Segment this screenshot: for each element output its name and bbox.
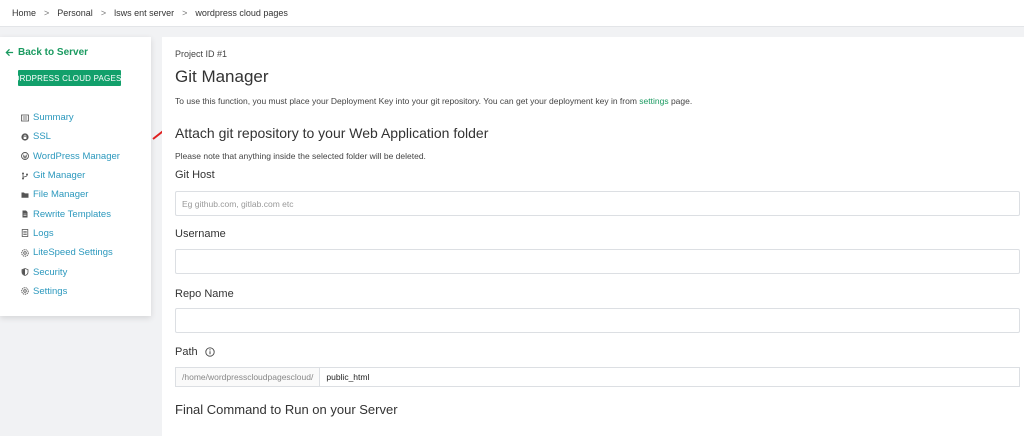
gear-icon xyxy=(21,287,29,296)
sidebar-item-label: Summary xyxy=(33,112,74,124)
sidebar-item-wordpress-manager[interactable]: WordPress Manager xyxy=(21,147,120,166)
section-title: Attach git repository to your Web Applic… xyxy=(175,125,489,141)
description-text-end: page. xyxy=(668,96,693,106)
page-title: Git Manager xyxy=(175,67,269,86)
wordpress-icon xyxy=(21,152,29,161)
sidebar-item-label: Settings xyxy=(33,285,68,297)
project-badge-label: WORDPRESS CLOUD PAGES xyxy=(18,73,121,83)
warning-note: Please note that anything inside the sel… xyxy=(175,151,426,161)
path-label-row: Path xyxy=(175,346,215,358)
sidebar-item-summary[interactable]: Summary xyxy=(21,108,120,127)
git-branch-icon xyxy=(21,172,29,180)
path-input[interactable]: public_html xyxy=(319,367,1020,387)
gear-icon xyxy=(21,248,29,257)
breadcrumb-separator: > xyxy=(182,8,188,18)
breadcrumb-server[interactable]: lsws ent server xyxy=(114,8,174,18)
sidebar-item-settings[interactable]: Settings xyxy=(21,282,120,301)
sidebar-item-label: LiteSpeed Settings xyxy=(33,247,113,259)
page-description: To use this function, you must place you… xyxy=(175,96,692,106)
sidebar-item-label: File Manager xyxy=(33,189,89,201)
sidebar-item-litespeed-settings[interactable]: LiteSpeed Settings xyxy=(21,243,120,262)
breadcrumb-separator: > xyxy=(44,8,50,18)
folder-icon xyxy=(21,191,29,199)
settings-link[interactable]: settings xyxy=(639,96,668,106)
breadcrumb-separator: > xyxy=(100,8,107,18)
main-panel: Project ID #1 Git Manager To use this fu… xyxy=(162,37,1024,436)
breadcrumb-current: wordpress cloud pages xyxy=(195,8,288,18)
git-host-input[interactable]: Eg github.com, gitlab.com etc xyxy=(175,191,1020,216)
username-label: Username xyxy=(175,228,226,240)
arrow-left-icon xyxy=(5,48,14,57)
sidebar-item-ssl[interactable]: SSL xyxy=(21,127,120,146)
final-command-title: Final Command to Run on your Server xyxy=(175,402,398,417)
lock-icon xyxy=(21,133,29,141)
sidebar-item-file-manager[interactable]: File Manager xyxy=(21,185,120,204)
path-label: Path xyxy=(175,346,198,358)
repo-name-label: Repo Name xyxy=(175,288,234,300)
back-to-server-label: Back to Server xyxy=(18,47,89,58)
username-input[interactable] xyxy=(175,249,1020,274)
sidebar-item-rewrite-templates[interactable]: Rewrite Templates xyxy=(21,204,120,223)
breadcrumb-home[interactable]: Home xyxy=(12,8,36,18)
sidebar-item-label: Git Manager xyxy=(33,170,86,182)
sidebar-item-label: Security xyxy=(33,266,68,278)
sidebar: Back to Server WORDPRESS CLOUD PAGES Sum… xyxy=(0,37,151,316)
path-input-group: /home/wordpresscloudpagescloud/ public_h… xyxy=(175,367,1020,387)
sidebar-nav: Summary SSL WordPress Manager Git Manage… xyxy=(21,108,120,301)
list-icon xyxy=(21,114,29,122)
sidebar-item-label: Rewrite Templates xyxy=(33,208,111,220)
sidebar-item-label: SSL xyxy=(33,131,51,143)
file-icon xyxy=(21,210,29,218)
info-icon[interactable] xyxy=(205,347,215,357)
repo-name-input[interactable] xyxy=(175,308,1020,333)
sidebar-item-label: Logs xyxy=(33,227,54,239)
project-id: Project ID #1 xyxy=(175,49,228,59)
sidebar-item-security[interactable]: Security xyxy=(21,262,120,281)
sidebar-item-logs[interactable]: Logs xyxy=(21,224,120,243)
document-icon xyxy=(21,229,29,238)
path-prefix: /home/wordpresscloudpagescloud/ xyxy=(175,367,320,387)
sidebar-item-git-manager[interactable]: Git Manager xyxy=(21,166,120,185)
project-badge[interactable]: WORDPRESS CLOUD PAGES xyxy=(18,70,121,86)
sidebar-item-label: WordPress Manager xyxy=(33,150,120,162)
breadcrumb: Home > Personal > lsws ent server > word… xyxy=(0,0,1024,27)
shield-icon xyxy=(21,268,29,276)
description-text: To use this function, you must place you… xyxy=(175,96,640,106)
breadcrumb-personal[interactable]: Personal xyxy=(57,8,93,18)
git-host-label: Git Host xyxy=(175,169,215,181)
back-to-server-link[interactable]: Back to Server xyxy=(5,47,88,58)
